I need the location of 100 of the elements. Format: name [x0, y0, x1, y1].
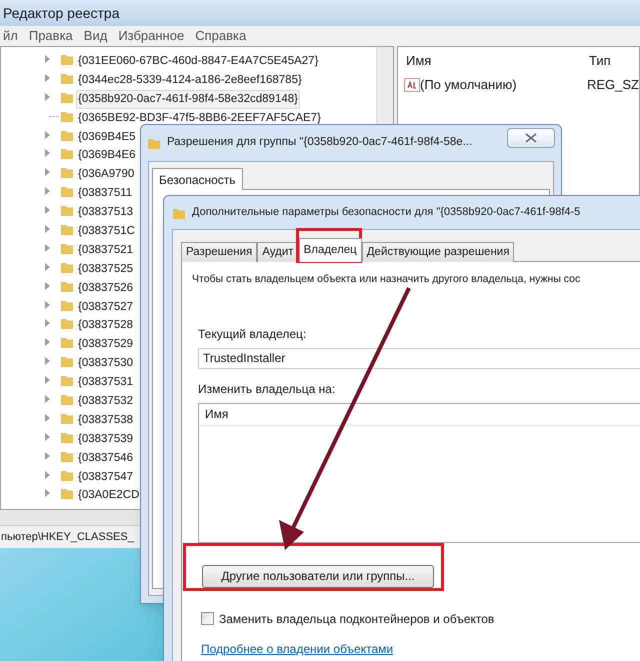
folder-icon — [60, 53, 74, 66]
menu-item[interactable]: йл — [3, 26, 18, 46]
tree-item[interactable]: {03837511 — [76, 184, 134, 204]
tree-item[interactable]: {031EE060-67BC-460d-8847-E4A7C5E45A27} — [76, 52, 320, 72]
tree-item[interactable]: {0383751C — [76, 222, 137, 242]
folder-icon — [60, 487, 74, 500]
window-title: Редактор реестра — [3, 4, 120, 23]
expand-arrow-icon[interactable] — [45, 432, 50, 441]
folder-icon — [60, 128, 74, 142]
expand-arrow-icon[interactable] — [45, 470, 50, 479]
tab[interactable]: Владелец — [298, 238, 362, 262]
tree-item[interactable]: {03837530 — [76, 354, 136, 374]
folder-icon — [60, 110, 74, 123]
tree-item[interactable]: {0369B4E5 — [76, 128, 138, 147]
description-text: Чтобы стать владельцем объекта или назначить другого владельца, нужны сос — [192, 272, 582, 287]
tree-item[interactable]: {0344ec28-5339-4124-a186-2e8eef168785} — [76, 70, 304, 90]
value-name: (По умолчанию) — [420, 76, 518, 94]
tree-item[interactable]: {03837527 — [76, 298, 136, 317]
tree-item[interactable]: {03837531 — [76, 373, 136, 392]
tree-item[interactable]: {03837538 — [76, 410, 136, 430]
expand-arrow-icon[interactable] — [45, 55, 50, 63]
tab[interactable]: Разрешения — [181, 242, 258, 262]
menu-item[interactable]: Избранное — [118, 26, 184, 46]
checkbox-label[interactable]: Заменить владельца подконтейнеров и объектов — [219, 610, 494, 628]
expand-arrow-icon[interactable] — [45, 244, 50, 252]
expand-arrow-icon[interactable] — [45, 74, 50, 82]
folder-icon — [147, 136, 161, 150]
expand-arrow-icon[interactable] — [45, 168, 50, 176]
expand-arrow-icon[interactable] — [45, 92, 50, 101]
folder-icon — [60, 412, 74, 425]
folder-icon — [60, 260, 74, 274]
folder-icon — [60, 374, 74, 388]
tree-item[interactable]: {03837532 — [76, 392, 136, 412]
tree-item[interactable]: {03837547 — [76, 468, 136, 487]
tree-item[interactable]: {036A9790 — [76, 165, 136, 185]
column-header[interactable]: Имя — [205, 405, 228, 424]
expand-arrow-icon[interactable] — [45, 225, 50, 234]
folder-icon — [60, 450, 74, 463]
menu-item[interactable]: Правка — [28, 26, 73, 46]
string-value-icon — [404, 78, 420, 92]
column-header[interactable]: Имя — [406, 51, 589, 71]
folder-icon — [60, 355, 74, 368]
highlight-frame — [296, 228, 362, 263]
folder-icon — [60, 90, 74, 104]
expand-arrow-icon[interactable] — [45, 300, 50, 309]
expand-arrow-icon[interactable] — [45, 130, 50, 139]
help-link[interactable]: Подробнее о владении объектами — [201, 640, 640, 658]
other-users-button[interactable]: Другие пользователи или группы... — [202, 564, 434, 588]
tree-item[interactable]: {03837513 — [76, 203, 136, 222]
folder-icon — [60, 223, 74, 236]
tab[interactable]: Действующие разрешения — [362, 242, 514, 262]
expand-arrow-icon[interactable] — [45, 357, 50, 366]
folder-icon — [60, 393, 74, 406]
folder-icon — [60, 468, 74, 482]
tree-item[interactable]: {0365BE92-BD3F-47f5-8BB6-2EEF7AF5CAE7} — [76, 108, 323, 128]
tab[interactable]: Безопасность — [152, 168, 243, 190]
value-type: REG_SZ — [586, 76, 639, 94]
menu-item[interactable]: Вид — [84, 26, 108, 46]
tree-item[interactable]: {03837521 — [76, 240, 136, 260]
expand-arrow-icon[interactable] — [45, 206, 50, 214]
tree-item[interactable]: {03837528 — [76, 316, 136, 336]
expand-arrow-icon[interactable] — [45, 452, 50, 460]
expand-arrow-icon[interactable] — [45, 187, 50, 196]
expand-arrow-icon[interactable] — [45, 282, 50, 290]
folder-icon — [60, 166, 74, 180]
folder-icon — [60, 204, 74, 218]
expand-arrow-icon[interactable] — [45, 376, 50, 384]
expand-arrow-icon[interactable] — [45, 262, 50, 271]
tree-item[interactable]: {03A0E2CD — [76, 486, 142, 506]
tree-item[interactable]: {03837526 — [76, 278, 136, 298]
expand-arrow-icon[interactable] — [45, 395, 50, 404]
tree-item[interactable]: {0358b920-0ac7-461f-98f4-58e32cd89148} — [76, 90, 300, 110]
expand-arrow-icon[interactable] — [45, 414, 50, 422]
folder-icon — [60, 430, 74, 444]
folder-icon — [60, 242, 74, 255]
folder-icon — [60, 147, 74, 160]
field-label: Изменить владельца на: — [198, 380, 336, 398]
tree-item[interactable]: {03837525 — [76, 260, 136, 280]
checkbox[interactable] — [201, 612, 214, 626]
expand-arrow-icon[interactable] — [45, 489, 50, 498]
expand-arrow-icon[interactable] — [45, 319, 50, 328]
status-bar-text: пьютер\HKEY_CLASSES_ — [1, 530, 134, 545]
tab[interactable]: Аудит — [257, 242, 299, 262]
expand-arrow-icon[interactable] — [45, 338, 50, 346]
tree-item[interactable]: {03837539 — [76, 430, 136, 450]
current-owner-field: TrustedInstaller — [198, 348, 640, 369]
close-icon — [525, 133, 537, 143]
expand-arrow-icon[interactable] — [45, 149, 50, 158]
folder-icon — [60, 72, 74, 85]
folder-icon — [60, 317, 74, 330]
folder-icon — [60, 280, 74, 293]
column-header[interactable]: Тип — [588, 51, 611, 71]
folder-icon — [60, 185, 74, 198]
folder-icon — [60, 298, 74, 312]
close-button[interactable] — [507, 128, 555, 148]
tree-item[interactable]: {03837546 — [76, 448, 136, 468]
tree-item[interactable]: {03837529 — [76, 335, 136, 355]
menu-item[interactable]: Справка — [195, 26, 246, 46]
dialog-title: Дополнительные параметры безопасности для "{0358b920-0ac7-461f-98f4-5 — [192, 205, 580, 220]
tree-item[interactable]: {0369B4E6 — [76, 146, 138, 166]
